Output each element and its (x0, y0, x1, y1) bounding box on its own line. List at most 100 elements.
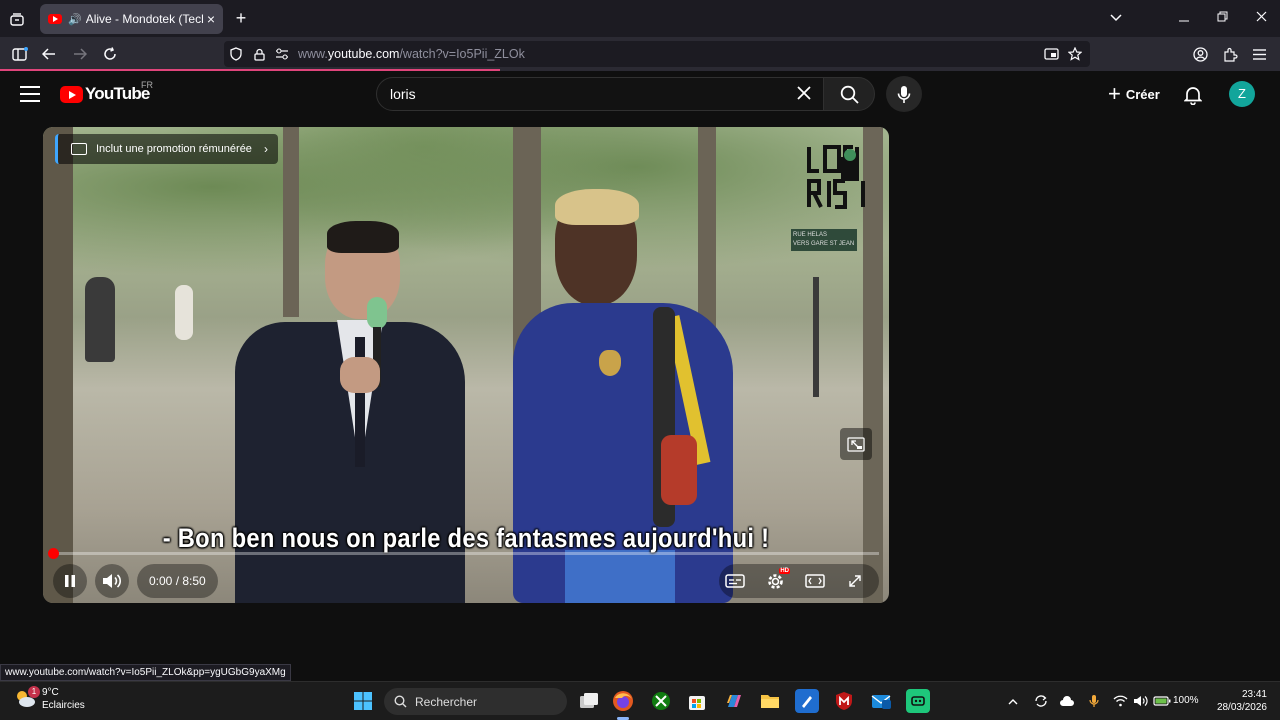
list-all-tabs-chevron-icon[interactable] (1103, 6, 1129, 30)
video-player[interactable]: Inclut une promotion rémunérée › RUE HEL… (43, 127, 889, 603)
country-code: FR (141, 80, 153, 90)
url-text[interactable]: www.youtube.com/watch?v=Io5Pii_ZLOk (298, 47, 525, 61)
mail-app-icon[interactable] (869, 689, 893, 713)
taskbar-search[interactable]: Rechercher (384, 688, 567, 715)
pause-icon (65, 575, 75, 587)
forward-arrow-icon[interactable] (68, 42, 92, 66)
mute-button[interactable] (95, 564, 129, 598)
url-bar[interactable]: www.youtube.com/watch?v=Io5Pii_ZLOk (224, 41, 1090, 67)
search-query-text[interactable]: loris (390, 86, 416, 102)
youtube-wordmark: YouTube (85, 84, 150, 103)
browser-tab-active[interactable]: 🔊 Alive - Mondotek (Tecktonik × (40, 4, 223, 34)
settings-gear-icon[interactable]: HD (762, 568, 790, 594)
fullscreen-icon[interactable] (842, 568, 868, 594)
plus-icon: + (1108, 81, 1121, 106)
audio-playing-icon[interactable]: 🔊 (68, 13, 82, 26)
video-subtitle: - Bon ben nous on parle des fantasmes au… (162, 523, 770, 553)
promotion-icon (71, 143, 87, 155)
bookmark-star-icon[interactable] (1063, 42, 1087, 66)
progress-bar[interactable] (48, 548, 879, 559)
weather-temperature: 9°C (42, 687, 59, 698)
microsoft-store-icon[interactable] (685, 689, 709, 713)
minimize-window-icon[interactable] (1171, 6, 1197, 30)
taskbar-search-label: Rechercher (415, 694, 478, 709)
clipchamp-icon[interactable] (906, 689, 930, 713)
voice-search-button[interactable] (886, 76, 922, 112)
file-explorer-icon[interactable] (758, 689, 782, 713)
create-button[interactable]: + Créer (1098, 77, 1170, 111)
windows-start-icon[interactable] (351, 689, 375, 713)
close-window-icon[interactable] (1248, 6, 1274, 30)
youtube-header: YouTube FR loris + Créer Z (0, 71, 1280, 117)
youtube-favicon-icon (48, 14, 62, 24)
browser-navbar: www.youtube.com/watch?v=Io5Pii_ZLOk (0, 37, 1280, 71)
sidebar-toggle-icon[interactable] (8, 42, 32, 66)
xbox-icon[interactable] (649, 689, 673, 713)
onedrive-cloud-icon[interactable] (1058, 692, 1076, 710)
account-icon[interactable] (1188, 42, 1212, 66)
subtitles-cc-icon[interactable] (722, 568, 748, 594)
tab-title: Alive - Mondotek (Tecktonik (85, 12, 203, 26)
guide-menu-icon[interactable] (20, 86, 40, 102)
tab-list-icon[interactable] (6, 8, 28, 30)
browser-tabstrip: 🔊 Alive - Mondotek (Tecktonik × + (0, 0, 1280, 37)
extensions-puzzle-icon[interactable] (1218, 42, 1242, 66)
tab-close-icon[interactable]: × (207, 11, 215, 27)
restore-window-icon[interactable] (1209, 6, 1235, 30)
tree-trunk (43, 127, 73, 603)
picture-in-picture-icon[interactable] (1039, 42, 1063, 66)
sync-icon[interactable] (1032, 692, 1050, 710)
pause-button[interactable] (53, 564, 87, 598)
search-button[interactable] (823, 77, 875, 111)
wifi-icon[interactable] (1111, 692, 1129, 710)
theater-mode-icon[interactable] (802, 568, 828, 594)
paid-promotion-label: Inclut une promotion rémunérée (96, 143, 252, 155)
back-arrow-icon[interactable] (37, 42, 61, 66)
pedestrian-figure (175, 285, 193, 340)
partly-cloudy-icon: 1 (14, 686, 40, 710)
hd-badge: HD (779, 568, 790, 574)
task-view-icon[interactable] (577, 689, 601, 713)
firefox-icon[interactable] (611, 689, 635, 713)
battery-charging-icon[interactable] (1153, 692, 1171, 710)
street-sign: RUE HELAS VERS GARE ST JEAN (791, 229, 857, 251)
search-icon (840, 85, 859, 104)
miniplayer-icon[interactable] (840, 428, 872, 460)
paid-promotion-banner[interactable]: Inclut une promotion rémunérée › (55, 134, 278, 164)
show-hidden-icons-chevron-icon[interactable] (1004, 692, 1022, 710)
clock-date: 28/03/2026 (1216, 702, 1267, 713)
pedestrian-figure (85, 277, 115, 362)
lamp-post (813, 277, 819, 397)
search-input[interactable]: loris (376, 77, 824, 111)
channel-watermark-logo[interactable] (805, 143, 875, 211)
create-label: Créer (1125, 86, 1160, 102)
permissions-icon[interactable] (270, 42, 294, 66)
speaker-volume-icon[interactable] (1131, 692, 1149, 710)
search-icon (394, 695, 407, 708)
reload-icon[interactable] (98, 42, 122, 66)
avatar[interactable]: Z (1229, 81, 1255, 107)
youtube-logo[interactable]: YouTube FR (60, 80, 153, 104)
copilot-icon[interactable] (722, 689, 746, 713)
weather-widget[interactable]: 1 9°C Eclaircies (14, 686, 85, 712)
notifications-bell-icon[interactable] (1180, 82, 1206, 108)
app-menu-icon[interactable] (1247, 42, 1271, 66)
weather-description: Eclaircies (42, 700, 85, 711)
new-tab-button[interactable]: + (230, 7, 252, 29)
youtube-play-logo-icon (60, 85, 83, 103)
microphone-in-use-icon[interactable] (1085, 692, 1103, 710)
clear-search-icon[interactable] (791, 81, 817, 107)
weather-alert-badge: 1 (28, 686, 40, 698)
editor-app-icon[interactable] (795, 689, 819, 713)
lock-icon[interactable] (247, 42, 271, 66)
mcafee-shield-icon[interactable] (832, 689, 856, 713)
scrubber-handle[interactable] (48, 548, 59, 559)
clock-time: 23:41 (1241, 689, 1267, 700)
tracking-protection-shield-icon[interactable] (224, 42, 248, 66)
microphone-icon (897, 85, 911, 103)
time-display: 0:00 / 8:50 (137, 564, 218, 598)
system-clock[interactable]: 23:41 28/03/2026 (1205, 688, 1267, 714)
chevron-right-icon: › (263, 142, 268, 156)
hover-link-status: www.youtube.com/watch?v=Io5Pii_ZLOk&pp=y… (0, 664, 291, 681)
windows-taskbar: 1 9°C Eclaircies Rechercher 100% 23:41 2… (0, 681, 1280, 720)
